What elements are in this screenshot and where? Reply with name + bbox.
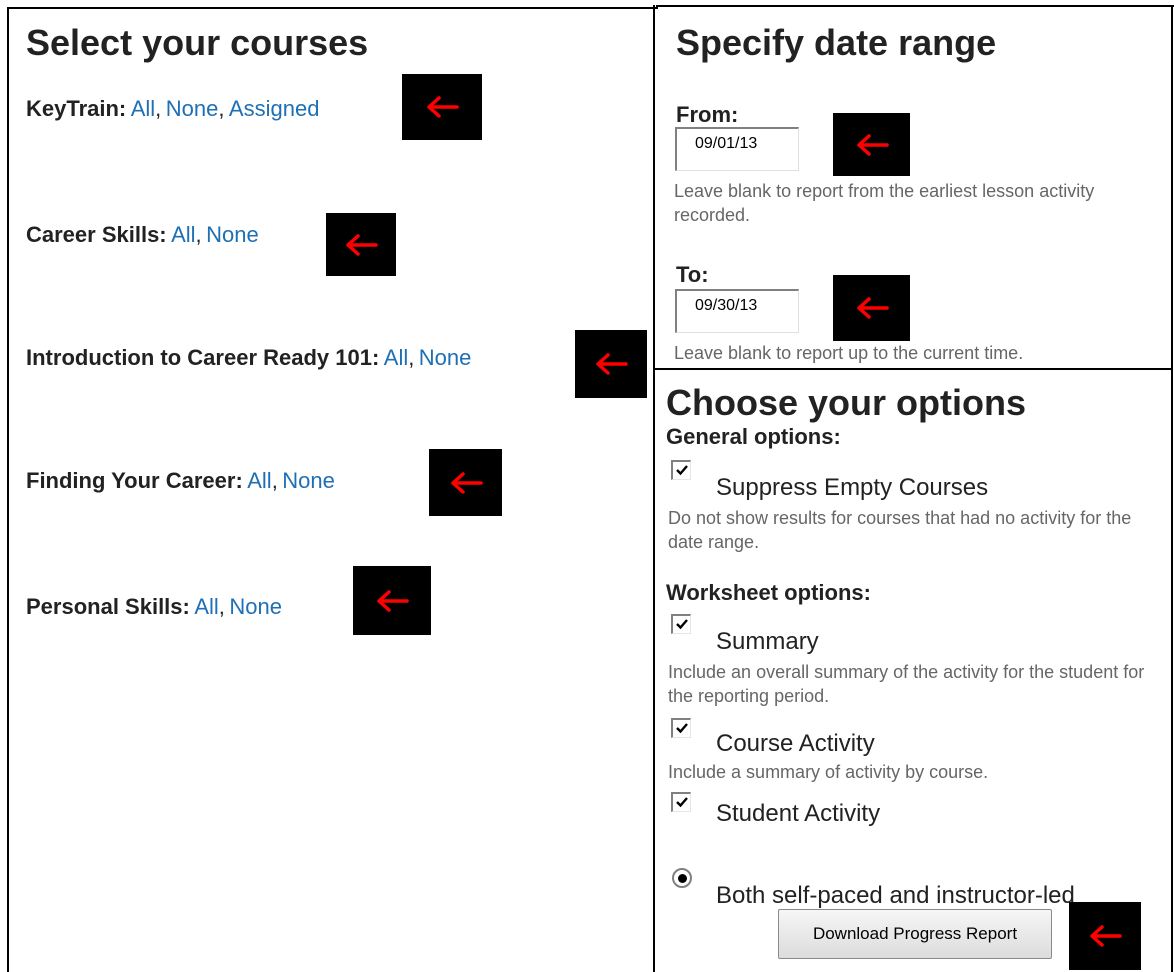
suppress-empty-checkbox[interactable] [671,460,691,480]
to-help-text: Leave blank to report up to the current … [674,343,1024,363]
select-all-link[interactable]: All [384,345,408,370]
separator: , [195,222,202,247]
annotation-arrow-icon [353,566,431,635]
select-all-link[interactable]: All [247,468,271,493]
annotation-arrow-icon [833,113,910,176]
course-activity-checkbox[interactable] [671,718,691,738]
annotation-arrow-icon [575,330,647,398]
course-activity-label: Course Activity [716,730,875,757]
separator: , [271,468,278,493]
suppress-empty-help: Do not show results for courses that had… [668,508,1132,552]
select-all-link[interactable]: All [194,594,218,619]
select-all-link[interactable]: All [171,222,195,247]
select-none-link[interactable]: None [419,345,472,370]
both-paced-label: Both self-paced and instructor-led [716,882,1075,909]
separator: , [218,96,225,121]
summary-label: Summary [716,628,819,655]
to-date-field[interactable]: 09/30/13 [675,289,799,333]
right-border [1171,5,1173,972]
student-activity-label: Student Activity [716,800,881,827]
options-heading: Choose your options [666,382,1026,423]
separator: , [155,96,162,121]
course-group-label: Career Skills: [26,222,167,247]
general-options-heading: General options: [666,424,841,449]
top-border-left [7,7,658,9]
separator: , [408,345,415,370]
course-group-personal-skills: Personal Skills: All, None [26,594,282,620]
separator: , [218,594,225,619]
worksheet-options-heading: Worksheet options: [666,580,871,605]
course-group-label: Introduction to Career Ready 101: [26,345,380,370]
annotation-arrow-icon [326,213,396,276]
course-group-label: Finding Your Career: [26,468,243,493]
select-assigned-link[interactable]: Assigned [229,96,320,121]
select-all-link[interactable]: All [131,96,155,121]
summary-help: Include an overall summary of the activi… [668,662,1145,706]
course-group-label: Personal Skills: [26,594,190,619]
from-date-field[interactable]: 09/01/13 [675,127,799,171]
annotation-arrow-icon [402,74,482,140]
date-range-heading: Specify date range [676,22,997,63]
select-none-link[interactable]: None [206,222,259,247]
radio-selected-dot [678,874,687,883]
middle-divider [653,5,655,972]
annotation-arrow-icon [833,275,910,341]
suppress-empty-label: Suppress Empty Courses [716,474,989,501]
options-top-border [655,368,1173,370]
course-group-intro-career-ready: Introduction to Career Ready 101: All, N… [26,345,471,371]
download-progress-report-button[interactable]: Download Progress Report [778,909,1052,959]
course-group-keytrain: KeyTrain: All, None, Assigned [26,96,319,122]
course-group-label: KeyTrain: [26,96,127,121]
to-label: To: [676,262,709,287]
from-help-text: Leave blank to report from the earliest … [674,181,1095,225]
courses-heading: Select your courses [26,22,369,63]
left-border [7,7,9,972]
course-group-career-skills: Career Skills: All, None [26,222,259,248]
student-activity-checkbox[interactable] [671,792,691,812]
top-border-right [656,5,1174,7]
annotation-arrow-icon [1069,902,1141,970]
annotation-arrow-icon [429,449,502,516]
from-label: From: [676,102,739,127]
select-none-link[interactable]: None [282,468,335,493]
summary-checkbox[interactable] [671,614,691,634]
select-none-link[interactable]: None [166,96,219,121]
select-none-link[interactable]: None [229,594,282,619]
both-paced-radio[interactable] [672,868,692,888]
course-group-finding-career: Finding Your Career: All, None [26,468,335,494]
course-activity-help: Include a summary of activity by course. [668,762,989,782]
